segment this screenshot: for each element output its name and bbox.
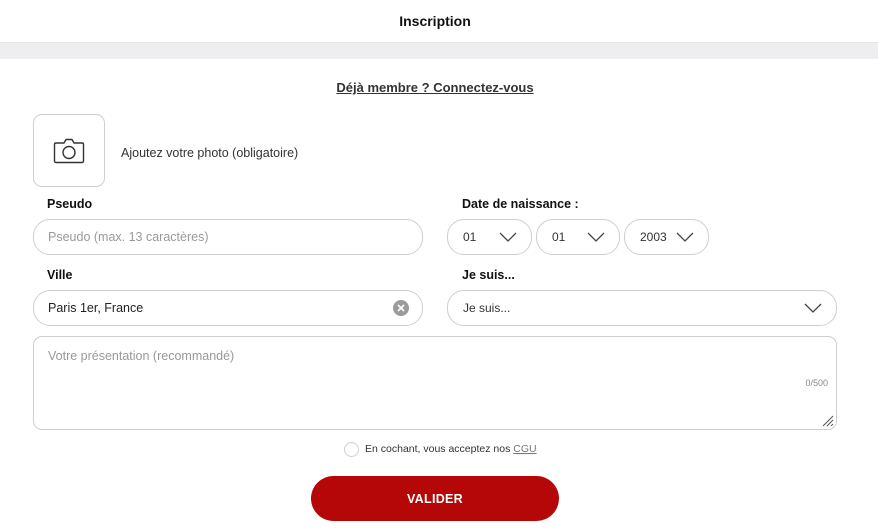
terms-label: En cochant, vous acceptez nos xyxy=(365,443,511,455)
city-value: Paris 1er, France xyxy=(48,301,144,315)
gender-label: Je suis... xyxy=(462,268,515,282)
city-input[interactable]: Paris 1er, France xyxy=(33,290,423,326)
birth-month-select[interactable]: 01 xyxy=(536,219,620,255)
cgu-link[interactable]: CGU xyxy=(513,443,536,455)
chevron-down-icon xyxy=(587,232,605,242)
city-label: Ville xyxy=(47,268,73,282)
submit-button[interactable]: VALIDER xyxy=(311,476,559,521)
birth-day-select[interactable]: 01 xyxy=(447,219,532,255)
close-icon xyxy=(397,304,405,312)
birth-day-value: 01 xyxy=(463,230,477,244)
header: Inscription xyxy=(0,0,878,42)
chevron-down-icon xyxy=(499,232,517,242)
add-photo-button[interactable] xyxy=(33,114,105,187)
chevron-down-icon xyxy=(804,303,822,313)
birth-year-select[interactable]: 2003 xyxy=(624,219,709,255)
birthdate-label: Date de naissance : xyxy=(462,197,579,211)
chevron-down-icon xyxy=(676,232,694,242)
clear-city-button[interactable] xyxy=(393,300,409,316)
resize-handle-icon[interactable] xyxy=(820,413,834,427)
presentation-placeholder: Votre présentation (recommandé) xyxy=(48,349,235,363)
gender-value: Je suis... xyxy=(463,301,511,315)
pseudo-input[interactable]: Pseudo (max. 13 caractères) xyxy=(33,219,423,255)
birth-year-value: 2003 xyxy=(640,230,667,244)
login-link[interactable]: Déjà membre ? Connectez-vous xyxy=(0,80,870,95)
presentation-textarea[interactable]: Votre présentation (recommandé) 0/500 xyxy=(33,336,837,430)
page-title: Inscription xyxy=(399,13,471,29)
header-divider xyxy=(0,42,878,59)
character-counter: 0/500 xyxy=(805,378,828,388)
camera-icon xyxy=(53,138,85,163)
gender-select[interactable]: Je suis... xyxy=(447,290,837,326)
pseudo-placeholder: Pseudo (max. 13 caractères) xyxy=(48,230,209,244)
pseudo-label: Pseudo xyxy=(47,197,93,211)
terms-text: En cochant, vous acceptez nos CGU xyxy=(365,443,537,455)
birth-month-value: 01 xyxy=(552,230,566,244)
photo-label: Ajoutez votre photo (obligatoire) xyxy=(121,146,299,160)
terms-checkbox[interactable] xyxy=(344,442,359,457)
